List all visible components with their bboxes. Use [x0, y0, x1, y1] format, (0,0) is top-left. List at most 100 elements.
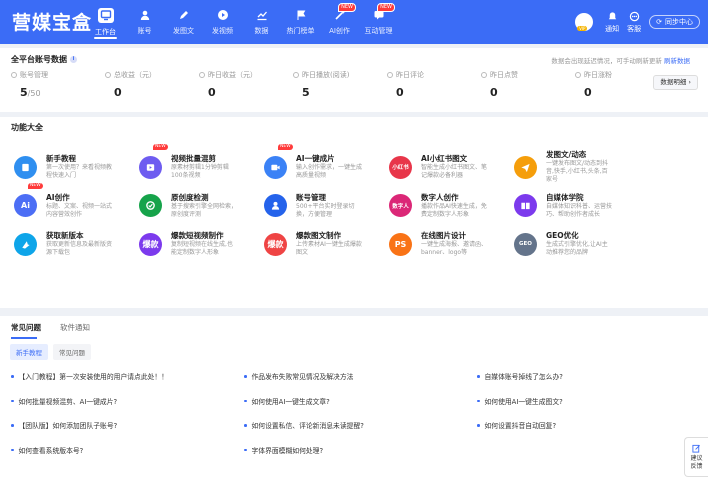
function-item[interactable]: 数字人 数字人创作 播款作品AI快速生成，免费定制数字人形象 — [389, 187, 514, 226]
question-item[interactable]: 如何设置抖音自动回复? — [477, 413, 697, 438]
bullet-icon — [477, 424, 480, 427]
nav-item-3[interactable]: 发视频 — [203, 0, 242, 44]
new-badge: NEW — [338, 3, 356, 12]
sync-center-button[interactable]: ⟳ 同步中心 — [649, 15, 700, 29]
function-item[interactable]: 自媒体学院 自媒体知识科普、运营技巧、帮助创作者成长 — [514, 187, 639, 226]
refresh-data-link[interactable]: 刷新数据 — [664, 57, 690, 65]
question-item[interactable]: 如何查看系统版本号? — [11, 438, 244, 463]
function-desc: 播款作品AI快速生成，免费定制数字人形象 — [421, 202, 487, 218]
function-item[interactable]: 账号管理 500+平台实时登录切换，方便管理 — [264, 187, 389, 226]
notify-button[interactable]: 通知 — [605, 11, 619, 34]
flag-icon — [294, 9, 307, 22]
nav-item-0[interactable]: 工作台 — [86, 0, 125, 44]
function-title: 新手教程 — [46, 154, 76, 164]
nav-item-4[interactable]: 数据 — [242, 0, 281, 44]
nav-item-7[interactable]: 互动管理 NEW — [359, 0, 398, 44]
sync-label: 同步中心 — [665, 18, 693, 26]
pen-icon — [177, 9, 190, 22]
stat-label: 昨日播放(阅读) — [293, 70, 387, 80]
question-item[interactable]: 作品发布失败常见情况及解决方法 — [244, 364, 477, 389]
stat-icon — [387, 72, 393, 78]
stat-value-number: 0 — [490, 86, 498, 99]
nav-item-5[interactable]: 热门榜单 — [281, 0, 320, 44]
function-text: 发图文/动态 一键发布图文/动态到抖音,快手,小红书,头条,百家号 — [546, 150, 612, 184]
nav-label: 工作台 — [95, 27, 116, 36]
question-item[interactable]: 【团队版】如何添加团队子账号? — [11, 413, 244, 438]
function-item[interactable]: 小红书 AI小红书图文 智能生成小红书图文、笔记爆款必备利器 — [389, 148, 514, 187]
function-title: 数字人创作 — [421, 192, 459, 202]
function-item[interactable]: 爆款 爆款短视频制作 复制短视频在线生成,也能定制数字人形象 — [139, 225, 264, 264]
stat-icon — [481, 72, 487, 78]
tab-notices[interactable]: 软件通知 — [60, 322, 90, 333]
nav-label: 热门榜单 — [286, 26, 315, 35]
function-item[interactable]: AI一键成片 输入创作需求，一键生成高质量视频 NEW — [264, 144, 389, 187]
edit-icon — [692, 444, 700, 453]
function-item[interactable]: 视频批量混剪 原素材剪辑1分钟剪辑100条视频 NEW — [139, 144, 264, 187]
function-text: 爆款短视频制作 复制短视频在线生成,也能定制数字人形象 — [171, 231, 237, 257]
function-item[interactable]: 原创度检测 基于搜索引擎全网检索，原创度评测 — [139, 187, 264, 226]
avatar[interactable] — [575, 13, 594, 31]
subtab-beginner[interactable]: 新手教程 — [10, 344, 48, 360]
account-icon — [264, 194, 287, 218]
data-detail-button[interactable]: 数据明细 › — [653, 75, 698, 90]
tab-faq[interactable]: 常见问题 — [11, 322, 41, 333]
stat-item: 总收益（元） 0 — [105, 70, 199, 99]
stat-value-number: 0 — [584, 86, 592, 99]
function-title: 获取新版本 — [46, 231, 84, 241]
ps-icon: PS — [389, 232, 412, 256]
nav-item-1[interactable]: 账号 — [125, 0, 164, 44]
function-title: 自媒体学院 — [546, 192, 584, 202]
new-badge: NEW — [153, 144, 168, 150]
new-badge: NEW — [28, 182, 43, 189]
stat-value-number: 0 — [208, 86, 216, 99]
geo-icon: GEO — [514, 232, 537, 256]
question-text: 字体界面模糊如何处理? — [251, 446, 324, 455]
stats-title-text: 全平台账号数据 — [11, 55, 67, 64]
function-item[interactable]: PS 在线图片设计 一键生成海报、邀请函、banner、logo等 — [389, 225, 514, 264]
function-title: 爆款短视频制作 — [171, 231, 224, 241]
stat-value: 0 — [387, 86, 481, 99]
stats-row: 账号管理 5/50 总收益（元） 0 昨日收益（元） 0 昨日播放(阅读) 5 昨日评论 0 昨日点… — [11, 70, 669, 99]
function-title: GEO优化 — [546, 231, 579, 241]
function-text: 在线图片设计 一键生成海报、邀请函、banner、logo等 — [421, 231, 487, 257]
function-desc: 获取更新信息及最新版资源下载包 — [46, 241, 113, 257]
question-item[interactable]: 如何使用AI一键生成图文? — [477, 389, 697, 414]
icon-text: GEO — [519, 241, 532, 248]
question-item[interactable]: 字体界面模糊如何处理? — [244, 438, 477, 463]
stat-value: 5 — [293, 86, 387, 99]
function-desc: 500+平台实时登录切换，方便管理 — [296, 202, 355, 218]
bullet-icon — [11, 399, 14, 402]
function-text: 自媒体学院 自媒体知识科普、运营技巧、帮助创作者成长 — [546, 193, 612, 219]
function-item[interactable]: 爆款 爆款图文制作 上传素材AI一键生成爆款图文 — [264, 225, 389, 264]
icon-text: 数字人 — [392, 203, 409, 210]
function-text: 爆款图文制作 上传素材AI一键生成爆款图文 — [296, 231, 362, 257]
stat-item: 账号管理 5/50 — [11, 70, 105, 99]
function-item[interactable]: Ai AI创作 标题、文案、视频一站式内容营效创作 NEW — [14, 182, 139, 226]
video-ai-icon — [264, 155, 287, 179]
question-item[interactable]: 自媒体账号掉线了怎么办? — [477, 364, 697, 389]
function-item[interactable]: 发图文/动态 一键发布图文/动态到抖音,快手,小红书,头条,百家号 — [514, 148, 639, 187]
stat-value-number: 5 — [302, 86, 310, 99]
nav-item-6[interactable]: AI创作 NEW — [320, 0, 359, 44]
function-text: AI小红书图文 智能生成小红书图文、笔记爆款必备利器 — [421, 154, 487, 180]
feedback-button[interactable]: 建议 反馈 — [684, 437, 708, 477]
faq-subtabs: 新手教程 常见问题 — [10, 344, 96, 360]
function-item[interactable]: 获取新版本 获取更新信息及最新版资源下载包 — [14, 225, 139, 264]
question-item[interactable]: 如何使用AI一键生成文章? — [244, 389, 477, 414]
subtab-common[interactable]: 常见问题 — [53, 344, 91, 360]
stat-value: 0 — [199, 86, 293, 99]
service-button[interactable]: 客服 — [627, 11, 641, 34]
info-icon[interactable]: i — [70, 56, 77, 63]
function-item[interactable]: GEO GEO优化 生成式引擎优化,让AI主动推荐您的品牌 — [514, 225, 639, 264]
question-item[interactable]: 如何设置私信、评论新消息未读提醒? — [244, 413, 477, 438]
stat-icon — [11, 72, 17, 78]
question-text: 自媒体账号掉线了怎么办? — [484, 373, 563, 382]
function-item[interactable]: 新手教程 第一次使用？来看视频教程快速入门 — [14, 148, 139, 187]
question-item[interactable]: 【入门教程】第一次安装使用的用户请点此处！！ — [11, 364, 244, 389]
icon-text: PS — [394, 239, 407, 249]
scissors-video-icon — [139, 155, 162, 179]
question-item[interactable]: 如何批量视频混剪、AI一键成片? — [11, 389, 244, 414]
sync-icon: ⟳ — [656, 18, 662, 26]
nav-item-2[interactable]: 发图文 — [164, 0, 203, 44]
update-icon — [14, 232, 37, 256]
